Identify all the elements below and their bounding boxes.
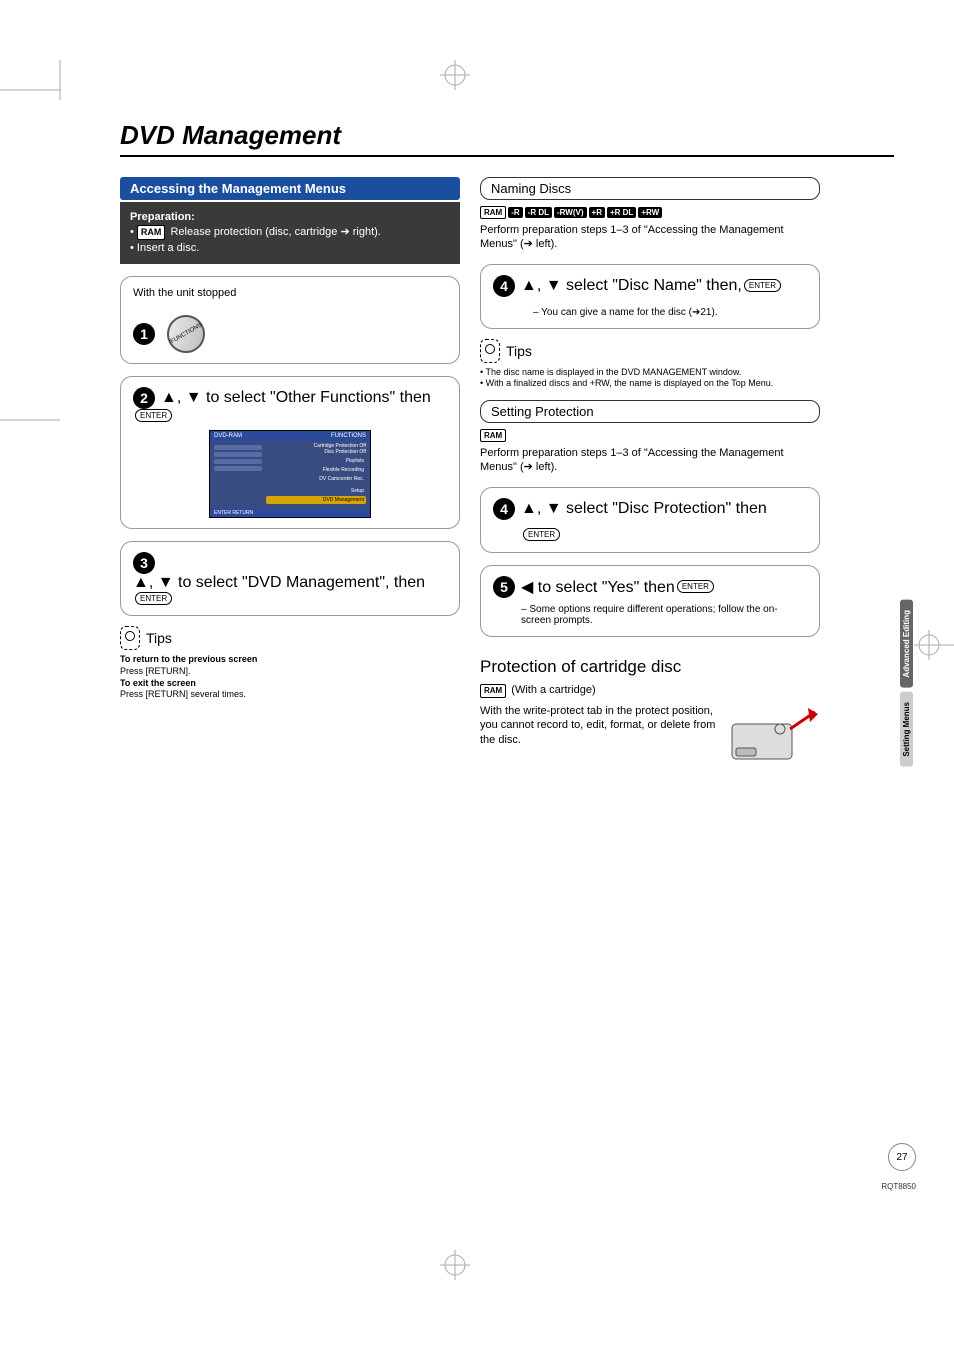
step-number-4: 4 xyxy=(493,498,515,520)
enter-icon: ENTER xyxy=(744,279,781,292)
naming-tips-block: The disc name is displayed in the DVD MA… xyxy=(480,367,820,390)
mini-bottom: ENTER RETURN xyxy=(210,509,370,517)
cartridge-text: With the write-protect tab in the protec… xyxy=(480,704,722,747)
bulb-icon xyxy=(120,626,140,650)
registration-mark-right xyxy=(914,630,954,660)
cartridge-icon xyxy=(730,704,820,764)
mini-side-item xyxy=(214,459,262,464)
enter-icon: ENTER xyxy=(523,528,560,541)
tips-h2: To exit the screen xyxy=(120,678,196,688)
disc-badge: -R DL xyxy=(525,207,552,218)
disc-badge: +RW xyxy=(638,207,662,218)
mini-opt: Flexible Recording xyxy=(266,466,366,474)
tips-label: Tips xyxy=(146,630,172,646)
protect-step5-note: – Some options require different operati… xyxy=(521,604,807,626)
step-number-3: 3 xyxy=(133,552,155,574)
naming-step4-text: ▲, ▼ select "Disc Name" then, xyxy=(521,277,742,295)
naming-tip1: The disc name is displayed in the DVD MA… xyxy=(480,367,820,379)
tips-h1: To return to the previous screen xyxy=(120,654,257,664)
naming-step4-note: – You can give a name for the disc (➔21)… xyxy=(533,307,807,318)
step-number-1: 1 xyxy=(133,323,155,345)
right-column: Naming Discs RAM -R -R DL -RW(V) +R +R D… xyxy=(480,177,820,764)
mini-side-item xyxy=(214,452,262,457)
mini-info2: Disc Protection Off xyxy=(266,449,366,455)
side-tab-advanced-editing: Advanced Editing xyxy=(900,600,913,688)
disc-badge: RAM xyxy=(480,684,506,698)
step2-text: ▲, ▼ to select "Other Functions" then xyxy=(161,389,431,407)
step-number-5: 5 xyxy=(493,576,515,598)
functions-button-icon: FUNCTIONS xyxy=(160,308,212,360)
naming-tip2: With a finalized discs and +RW, the name… xyxy=(480,378,820,390)
enter-icon: ENTER xyxy=(677,580,714,593)
tips-label: Tips xyxy=(506,343,532,359)
bulb-icon xyxy=(480,339,500,363)
step2-card: 2 ▲, ▼ to select "Other Functions" then … xyxy=(120,376,460,529)
section-accessing-menus: Accessing the Management Menus xyxy=(120,177,460,200)
tips-text-block: To return to the previous screen Press [… xyxy=(120,654,460,701)
setting-protection-header: Setting Protection xyxy=(480,400,820,423)
tips-t1: Press [RETURN]. xyxy=(120,666,191,676)
prep-heading: Preparation: xyxy=(130,211,195,223)
prep-line1: Release protection (disc, cartridge ➔ ri… xyxy=(170,226,380,238)
disc-badge: RAM xyxy=(480,429,506,442)
step-number-2: 2 xyxy=(133,387,155,409)
mini-side-item xyxy=(214,466,262,471)
disc-badge: +R DL xyxy=(607,207,636,218)
disc-badge: -R xyxy=(508,207,522,218)
registration-mark-top xyxy=(440,60,470,90)
cartridge-heading: Protection of cartridge disc xyxy=(480,657,820,677)
naming-step4-card: 4 ▲, ▼ select "Disc Name" then, ENTER – … xyxy=(480,264,820,329)
step3-card: 3 ▲, ▼ to select "DVD Management", then … xyxy=(120,541,460,616)
left-column: Accessing the Management Menus Preparati… xyxy=(120,177,460,764)
naming-badges: RAM -R -R DL -RW(V) +R +R DL +RW xyxy=(480,206,820,219)
cartridge-qualifier: (With a cartridge) xyxy=(511,684,595,696)
tips-t2: Press [RETURN] several times. xyxy=(120,689,246,699)
protect-step5-text: ◀ to select "Yes" then xyxy=(521,577,675,597)
protect-step4-text: ▲, ▼ select "Disc Protection" then xyxy=(521,500,767,518)
document-code: RQT8850 xyxy=(881,1182,916,1191)
preparation-box: Preparation: • RAM Release protection (d… xyxy=(120,202,460,264)
naming-discs-header: Naming Discs xyxy=(480,177,820,200)
step-number-4: 4 xyxy=(493,275,515,297)
protect-step4-card: 4 ▲, ▼ select "Disc Protection" then ENT… xyxy=(480,487,820,553)
enter-icon: ENTER xyxy=(135,592,172,605)
protect-intro: Perform preparation steps 1–3 of "Access… xyxy=(480,446,820,475)
mini-brand: DVD-RAM xyxy=(214,433,242,439)
ram-badge: RAM xyxy=(137,225,166,240)
disc-badge: +R xyxy=(589,207,605,218)
naming-intro: Perform preparation steps 1–3 of "Access… xyxy=(480,223,820,252)
prep-line2: Insert a disc. xyxy=(137,242,199,254)
protect-step5-card: 5 ◀ to select "Yes" then ENTER – Some op… xyxy=(480,565,820,637)
mini-opt: DV Camcorder Rec. xyxy=(266,475,366,483)
registration-mark-bottom xyxy=(440,1250,470,1280)
disc-badge: RAM xyxy=(480,206,506,219)
mini-menu: FUNCTIONS xyxy=(331,433,366,439)
side-tabs: Advanced Editing Setting Menus xyxy=(900,600,916,770)
disc-badge: -RW(V) xyxy=(554,207,587,218)
step1-caption: With the unit stopped xyxy=(133,287,447,299)
page-number: 27 xyxy=(888,1143,916,1171)
enter-icon: ENTER xyxy=(135,409,172,422)
crop-mark xyxy=(0,60,70,460)
mini-opt-highlighted: DVD Management xyxy=(266,496,366,504)
mini-side-item xyxy=(214,445,262,450)
title-rule xyxy=(120,155,894,157)
mini-opt: Playlists xyxy=(266,457,366,465)
side-tab-setting-menus: Setting Menus xyxy=(900,692,913,767)
onscreen-menu-illustration: DVD-RAM FUNCTIONS Cartridge Protection O… xyxy=(209,430,371,518)
mini-opt: Setup xyxy=(266,487,366,495)
page-title: DVD Management xyxy=(120,120,894,151)
step3-text: ▲, ▼ to select "DVD Management", then xyxy=(133,574,425,592)
step1-card: With the unit stopped 1 FUNCTIONS xyxy=(120,276,460,364)
